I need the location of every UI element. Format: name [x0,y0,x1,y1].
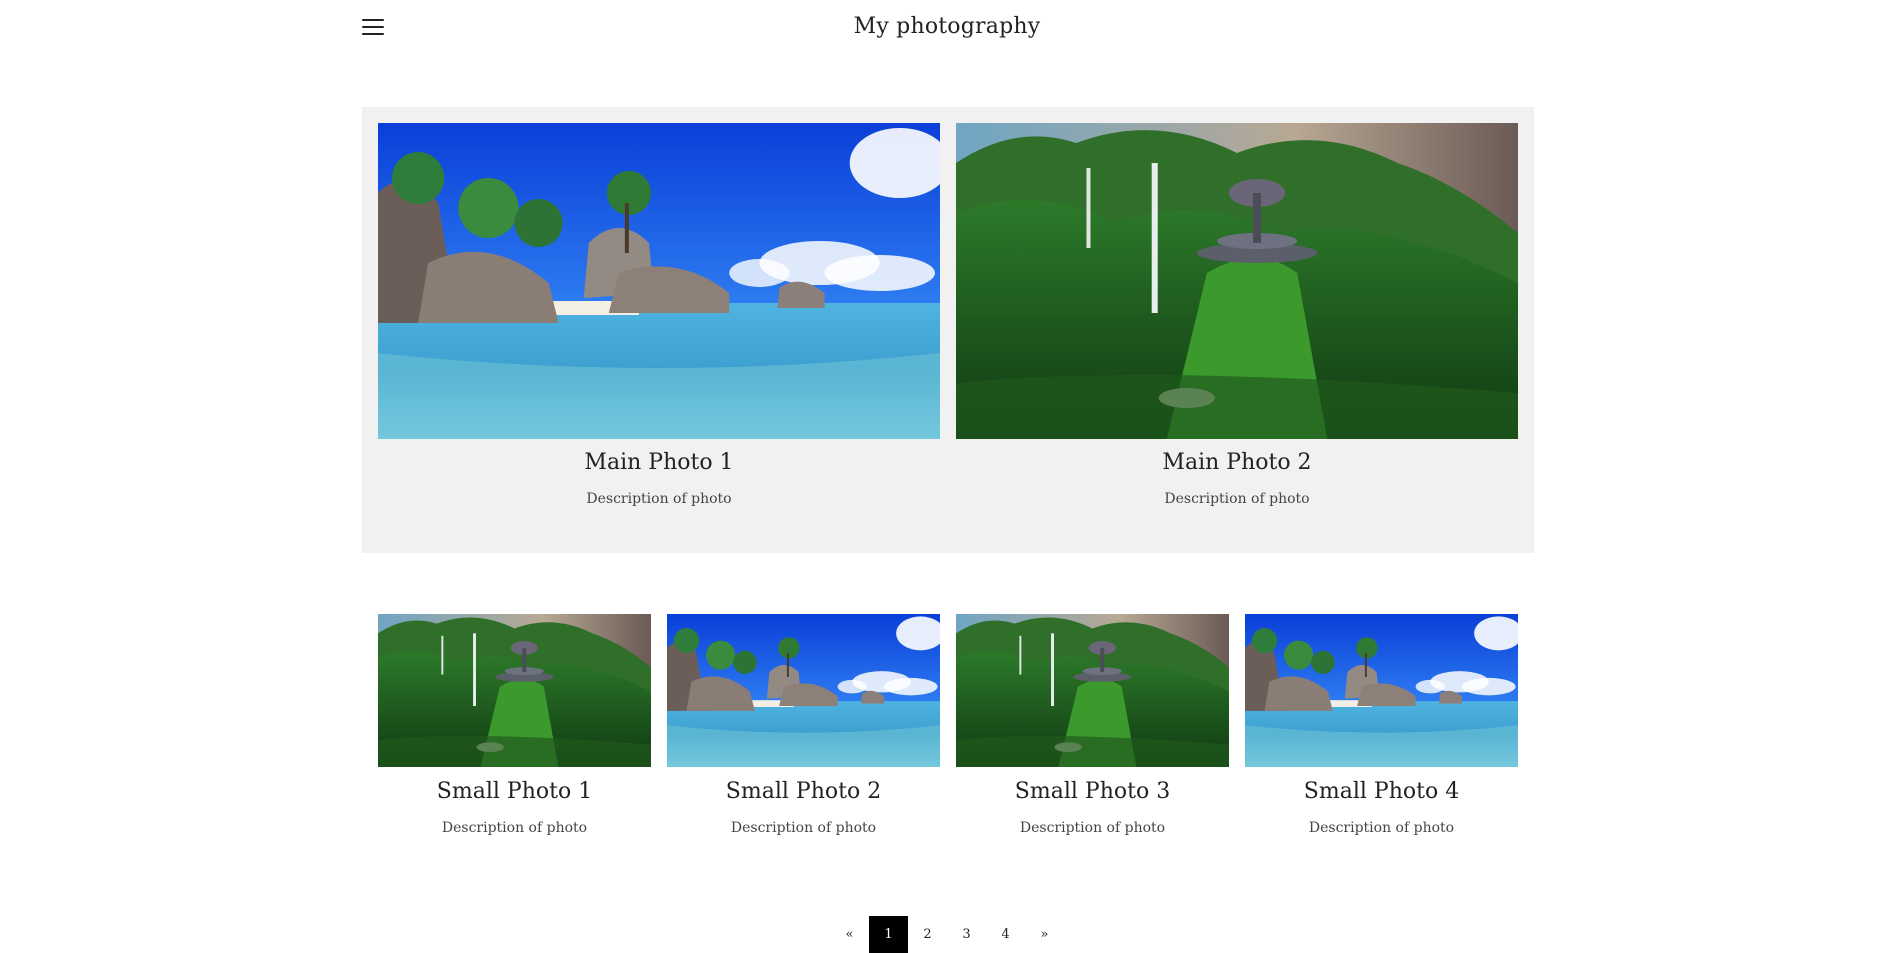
gallery-title: Small Photo 2 [725,779,882,804]
pagination-page-2[interactable]: 2 [908,916,947,953]
gallery-photo[interactable] [378,614,651,767]
site-title: My photography [853,14,1041,39]
gallery-description: Description of photo [441,820,588,836]
featured-card[interactable]: Main Photo 2 Description of photo [956,123,1518,507]
featured-section: Main Photo 1 Description of photo Main P… [362,107,1534,553]
gallery-card[interactable]: Small Photo 1 Description of photo [378,614,651,836]
gallery-card[interactable]: Small Photo 3 Description of photo [956,614,1229,836]
page: My photography Main Photo 1 Description … [0,0,1894,953]
gallery-card[interactable]: Small Photo 2 Description of photo [667,614,940,836]
featured-card[interactable]: Main Photo 1 Description of photo [378,123,940,507]
featured-photo[interactable] [956,123,1518,439]
pagination-page-4[interactable]: 4 [986,916,1025,953]
gallery-card[interactable]: Small Photo 4 Description of photo [1245,614,1518,836]
gallery-description: Description of photo [1019,820,1166,836]
gallery-title: Small Photo 1 [436,779,593,804]
pagination-page-3[interactable]: 3 [947,916,986,953]
gallery-photo[interactable] [956,614,1229,767]
featured-title: Main Photo 2 [1162,450,1312,475]
featured-description: Description of photo [586,491,732,507]
gallery-title: Small Photo 3 [1014,779,1171,804]
pagination-page-1[interactable]: 1 [869,916,908,953]
pagination-prev-button[interactable]: « [830,916,869,953]
featured-photo[interactable] [378,123,940,439]
gallery-description: Description of photo [730,820,877,836]
pagination: « 1 2 3 4 » [0,916,1894,953]
gallery-photo[interactable] [1245,614,1518,767]
pagination-next-button[interactable]: » [1025,916,1064,953]
gallery-title: Small Photo 4 [1303,779,1460,804]
featured-description: Description of photo [1164,491,1310,507]
gallery-photo[interactable] [667,614,940,767]
gallery-description: Description of photo [1308,820,1455,836]
featured-title: Main Photo 1 [584,450,734,475]
